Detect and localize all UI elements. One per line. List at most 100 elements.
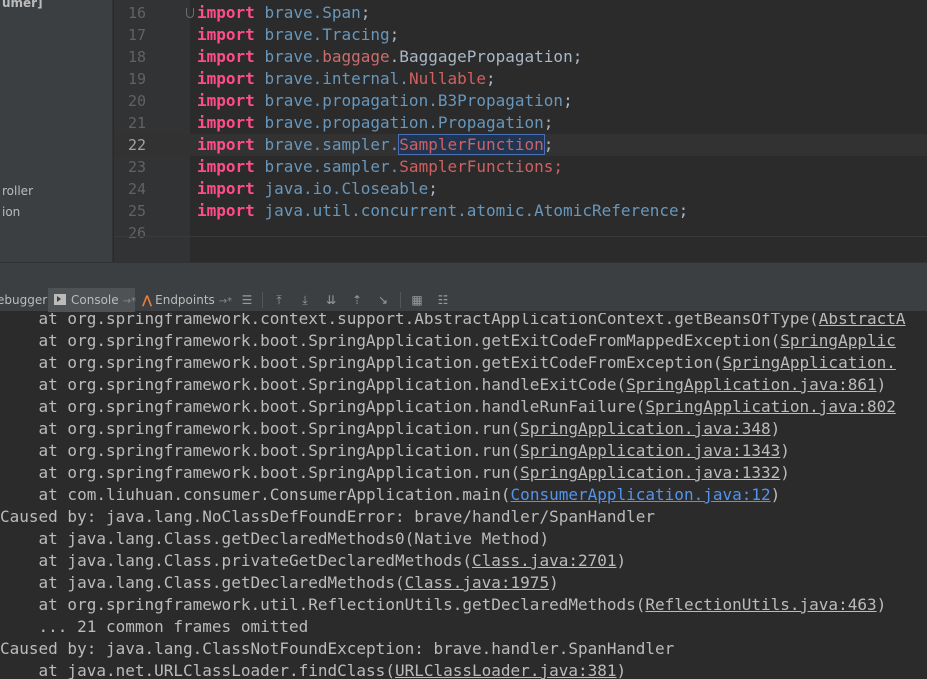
console-text: at java.lang.Class.privateGetDeclaredMet… <box>0 551 473 570</box>
keyword: import <box>197 25 255 44</box>
toolbar-separator <box>262 292 263 308</box>
console-text: at org.springframework.boot.SpringApplic… <box>0 463 521 482</box>
table-icon[interactable]: ▦ <box>410 293 424 307</box>
tab-endpoints-label: Endpoints <box>155 293 215 307</box>
stacktrace-source-link[interactable]: SpringApplic <box>780 331 896 350</box>
code-text: import brave.sampler.SamplerFunctions; <box>197 157 563 177</box>
stacktrace-source-link[interactable]: ReflectionUtils.java:463 <box>645 595 876 614</box>
tree-item-config[interactable]: ion <box>2 205 20 219</box>
line-number: 25 <box>127 202 146 220</box>
code-line[interactable]: 20 import brave.propagation.B3Propagation… <box>114 90 927 112</box>
console-line: at org.springframework.boot.SpringApplic… <box>0 396 896 418</box>
line-number: 26 <box>127 224 146 242</box>
project-tree-panel: umer] roller ion <box>0 0 113 262</box>
console-line: at org.springframework.boot.SpringApplic… <box>0 330 896 352</box>
code-editor[interactable]: 16 import brave.Span; 17 import brave.Traci… <box>114 0 927 262</box>
code-line[interactable]: 25 import java.util.concurrent.atomic.Ato… <box>114 200 927 222</box>
line-number: 22 <box>127 136 146 154</box>
code-token: Tracing <box>322 25 390 44</box>
console-output[interactable]: at org.springframework.context.support.A… <box>0 313 927 679</box>
code-token: ; <box>543 113 554 132</box>
code-line[interactable]: 16 import brave.Span; <box>114 2 927 24</box>
tree-item-consumer-module[interactable]: umer] <box>2 0 43 10</box>
line-number: 23 <box>127 158 146 176</box>
stacktrace-source-link[interactable]: SpringApplication.java:861 <box>626 375 876 394</box>
step-out-icon[interactable]: ↘ <box>376 293 390 307</box>
keyword: import <box>197 157 255 176</box>
code-line[interactable]: 18 import brave.baggage.BaggagePropagatio… <box>114 46 927 68</box>
code-line[interactable]: 22 import brave.sampler.SamplerFunction; <box>114 134 927 156</box>
console-text: at org.springframework.boot.SpringApplic… <box>0 397 646 416</box>
code-line[interactable]: 21 import brave.propagation.Propagation; <box>114 112 927 134</box>
console-text: at org.springframework.context.support.A… <box>0 313 819 328</box>
keyword: import <box>197 201 255 220</box>
code-token: brave. <box>264 3 323 22</box>
tab-debugger[interactable]: ebugger <box>0 288 47 312</box>
stacktrace-source-link[interactable]: URLClassLoader.java:381 <box>395 661 617 679</box>
console-text: at org.springframework.boot.SpringApplic… <box>0 375 627 394</box>
tab-console[interactable]: Console →* <box>48 288 136 312</box>
console-text: ) <box>876 595 887 614</box>
download-all-icon[interactable]: ⇊ <box>324 293 338 307</box>
code-line[interactable]: 17 import brave.Tracing; <box>114 24 927 46</box>
stacktrace-source-link[interactable]: SpringApplication.java:802 <box>645 397 895 416</box>
console-text: at java.net.URLClassLoader.findClass( <box>0 661 395 679</box>
code-token: Nullable <box>408 69 486 88</box>
code-text: import brave.propagation.Propagation; <box>197 113 553 133</box>
tab-console-pin-icon[interactable]: →* <box>123 296 136 307</box>
code-token: brave.sampler. <box>264 157 400 176</box>
download-icon[interactable]: ⤓ <box>298 293 312 307</box>
panel-splitter[interactable] <box>0 262 927 288</box>
code-token: java.util.concurrent.atomic.AtomicRefere… <box>264 201 679 220</box>
stacktrace-source-link[interactable]: AbstractA <box>819 313 906 328</box>
stacktrace-source-link[interactable]: ConsumerApplication.java:12 <box>511 485 771 504</box>
console-line: at org.springframework.boot.SpringApplic… <box>0 462 790 484</box>
keyword: import <box>197 91 255 110</box>
code-line[interactable]: 26 <box>114 222 927 244</box>
scroll-up-icon[interactable]: ⤒ <box>272 293 286 307</box>
code-text: import brave.sampler.SamplerFunction; <box>197 134 553 155</box>
console-text: at org.springframework.boot.SpringApplic… <box>0 441 521 460</box>
console-text: ... 21 common frames omitted <box>0 617 309 636</box>
code-line[interactable]: 23 import brave.sampler.SamplerFunctions; <box>114 156 927 178</box>
fold-marker-icon[interactable] <box>186 8 194 18</box>
stacktrace-source-link[interactable]: Class.java:1975 <box>405 573 550 592</box>
tree-item-controller[interactable]: roller <box>2 184 33 198</box>
console-text: ) <box>770 485 781 504</box>
keyword: import <box>197 113 255 132</box>
code-token: .BaggagePropagation; <box>389 47 583 66</box>
code-line[interactable]: 19 import brave.internal.Nullable; <box>114 68 927 90</box>
console-text: ) <box>770 419 781 438</box>
menu-icon[interactable]: ☰ <box>240 293 254 307</box>
stacktrace-source-link[interactable]: SpringApplication.java:1332 <box>520 463 780 482</box>
tab-console-label: Console <box>71 293 119 307</box>
code-token: ; <box>389 25 400 44</box>
run-toolbar: ebugger Console →* ⋀ Endpoints →* ☰ ⤒ ⤓ ⇊ ⇡… <box>0 288 927 312</box>
upload-icon[interactable]: ⇡ <box>350 293 364 307</box>
code-token: ; <box>486 69 496 88</box>
settings-columns-icon[interactable]: ☷ <box>436 293 450 307</box>
console-text: Caused by: java.lang.NoClassDefFoundErro… <box>0 507 656 526</box>
tab-endpoints-pin-icon[interactable]: →* <box>219 296 232 307</box>
console-line: at org.springframework.boot.SpringApplic… <box>0 352 896 374</box>
stacktrace-source-link[interactable]: Class.java:2701 <box>472 551 617 570</box>
code-line[interactable]: 24 import java.io.Closeable; <box>114 178 927 200</box>
stacktrace-source-link[interactable]: SpringApplication.java:348 <box>520 419 770 438</box>
console-text: ) <box>616 551 627 570</box>
line-number: 20 <box>127 92 146 110</box>
console-line: at org.springframework.boot.SpringApplic… <box>0 418 781 440</box>
console-line: ... 21 common frames omitted <box>0 616 309 638</box>
tab-endpoints[interactable]: ⋀ Endpoints →* <box>139 288 234 312</box>
stacktrace-source-link[interactable]: SpringApplication.java:1343 <box>520 441 780 460</box>
console-text: ) <box>780 441 790 460</box>
keyword: import <box>197 179 255 198</box>
code-text: import brave.Span; <box>197 3 370 23</box>
keyword: import <box>197 47 255 66</box>
console-text: at org.springframework.boot.SpringApplic… <box>0 353 723 372</box>
editor-divider <box>114 236 927 237</box>
console-text: at org.springframework.util.ReflectionUt… <box>0 595 646 614</box>
stacktrace-source-link[interactable]: SpringApplication. <box>722 353 895 372</box>
console-line: at java.lang.Class.getDeclaredMethods(Cl… <box>0 572 559 594</box>
code-token: brave. <box>264 47 323 66</box>
console-line: at java.lang.Class.getDeclaredMethods0(N… <box>0 528 550 550</box>
